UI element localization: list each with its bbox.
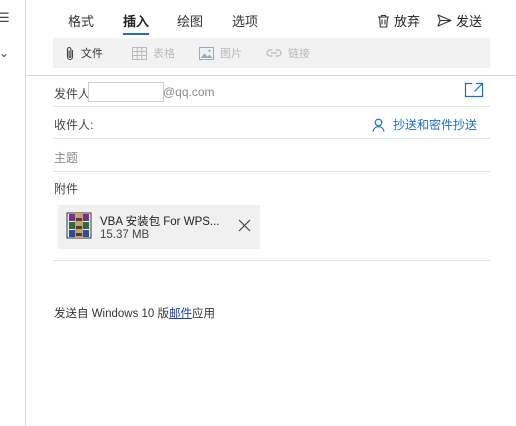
from-domain: @qq.com <box>163 85 215 99</box>
attachments-divider <box>53 260 490 261</box>
chevron-down-icon[interactable]: ⌄ <box>0 46 9 60</box>
picture-icon <box>199 46 214 60</box>
discard-label: 放弃 <box>394 14 421 29</box>
from-label: 发件人 <box>54 87 91 101</box>
message-body[interactable]: 发送自 Windows 10 版邮件应用 <box>54 305 215 321</box>
from-divider <box>53 106 490 107</box>
insert-link-button[interactable]: 链接 <box>266 45 310 61</box>
left-rail: ☰ ⌄ <box>0 0 26 426</box>
popout-window-button[interactable] <box>464 82 484 103</box>
remove-attachment-icon[interactable] <box>238 219 251 232</box>
mail-app-link[interactable]: 邮件 <box>169 308 192 320</box>
insert-file-label: 文件 <box>81 48 103 60</box>
paperclip-icon <box>66 46 74 60</box>
to-divider <box>53 138 490 139</box>
hamburger-menu-icon[interactable]: ☰ <box>0 10 10 26</box>
attachment-size: 15.37 MB <box>100 229 150 241</box>
insert-table-label: 表格 <box>153 48 175 60</box>
link-icon <box>266 49 282 57</box>
insert-picture-button[interactable]: 图片 <box>199 45 242 61</box>
popout-icon <box>464 82 484 98</box>
header-divider <box>25 75 516 76</box>
send-icon <box>437 14 452 27</box>
subject-divider <box>53 171 490 172</box>
insert-picture-label: 图片 <box>220 48 242 60</box>
signature-prefix: 发送自 Windows 10 版 <box>54 308 170 320</box>
attachment-card[interactable]: VBA 安装包 For WPS... 15.37 MB <box>58 205 260 249</box>
person-icon <box>372 118 385 132</box>
tab-options[interactable]: 选项 <box>232 11 258 30</box>
insert-table-button[interactable]: 表格 <box>132 45 175 61</box>
signature-suffix: 应用 <box>192 308 216 320</box>
to-label: 收件人: <box>54 118 94 132</box>
insert-file-button[interactable]: 文件 <box>65 45 103 61</box>
insert-ribbon: 文件 表格 图片 链接 <box>53 38 490 68</box>
from-field[interactable] <box>88 82 164 102</box>
attachments-label: 附件 <box>54 182 79 196</box>
insert-link-label: 链接 <box>288 48 310 60</box>
cc-bcc-label: 抄送和密件抄送 <box>393 118 478 132</box>
tab-format[interactable]: 格式 <box>68 11 94 30</box>
trash-icon <box>378 14 389 28</box>
table-icon <box>132 46 147 60</box>
cc-bcc-button[interactable]: 抄送和密件抄送 <box>372 116 477 133</box>
attachment-name: VBA 安装包 For WPS... <box>100 216 220 228</box>
tab-draw[interactable]: 绘图 <box>177 11 203 30</box>
send-button[interactable]: 发送 <box>437 11 482 30</box>
archive-file-icon <box>66 212 92 239</box>
subject-field[interactable]: 主题 <box>54 149 78 166</box>
tab-insert[interactable]: 插入 <box>123 11 150 35</box>
discard-button[interactable]: 放弃 <box>377 11 420 30</box>
send-label: 发送 <box>456 14 483 29</box>
